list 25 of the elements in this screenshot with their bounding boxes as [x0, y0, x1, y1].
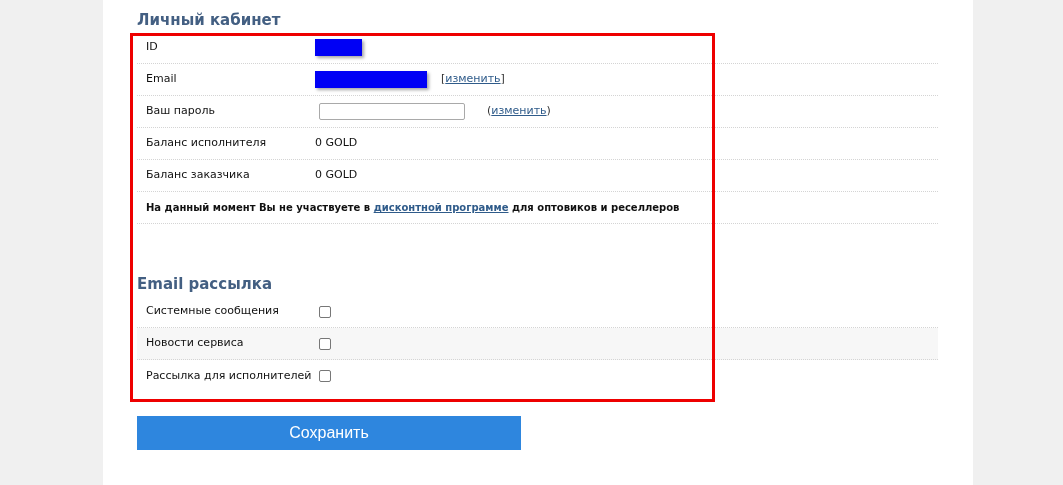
field-value: 0 GOLD: [315, 135, 358, 152]
change-link[interactable]: изменить: [491, 104, 547, 118]
field-label: Баланс заказчика: [146, 167, 251, 184]
change-link[interactable]: изменить: [445, 72, 501, 86]
bracket: ): [546, 104, 551, 118]
option-label: Системные сообщения: [146, 303, 280, 320]
field-value: 0 GOLD: [315, 167, 358, 184]
option-label: Рассылка для исполнителей: [146, 367, 313, 384]
checkbox[interactable]: [319, 337, 331, 350]
bracket: [: [441, 72, 446, 86]
checkbox[interactable]: [319, 305, 331, 318]
field-label: Email: [146, 71, 178, 88]
discount-program-link[interactable]: дисконтной программе: [373, 202, 509, 213]
bracket: (: [487, 104, 492, 118]
field-label: Баланс исполнителя: [146, 135, 268, 152]
section-heading: Email рассылка: [137, 274, 273, 295]
option-label: Новости сервиса: [146, 335, 245, 352]
password-field[interactable]: [319, 103, 465, 120]
section-heading: Личный кабинет: [137, 10, 282, 31]
checkbox[interactable]: [319, 370, 331, 382]
field-label: ID: [146, 39, 159, 56]
bracket: ]: [500, 72, 505, 86]
discount-notice: На данный момент Вы не участвуете в дисконтной программе для оптовиков и реселлеров: [146, 201, 680, 215]
field-label: Ваш пароль: [146, 103, 216, 120]
save-button[interactable]: Сохранить: [137, 416, 521, 450]
